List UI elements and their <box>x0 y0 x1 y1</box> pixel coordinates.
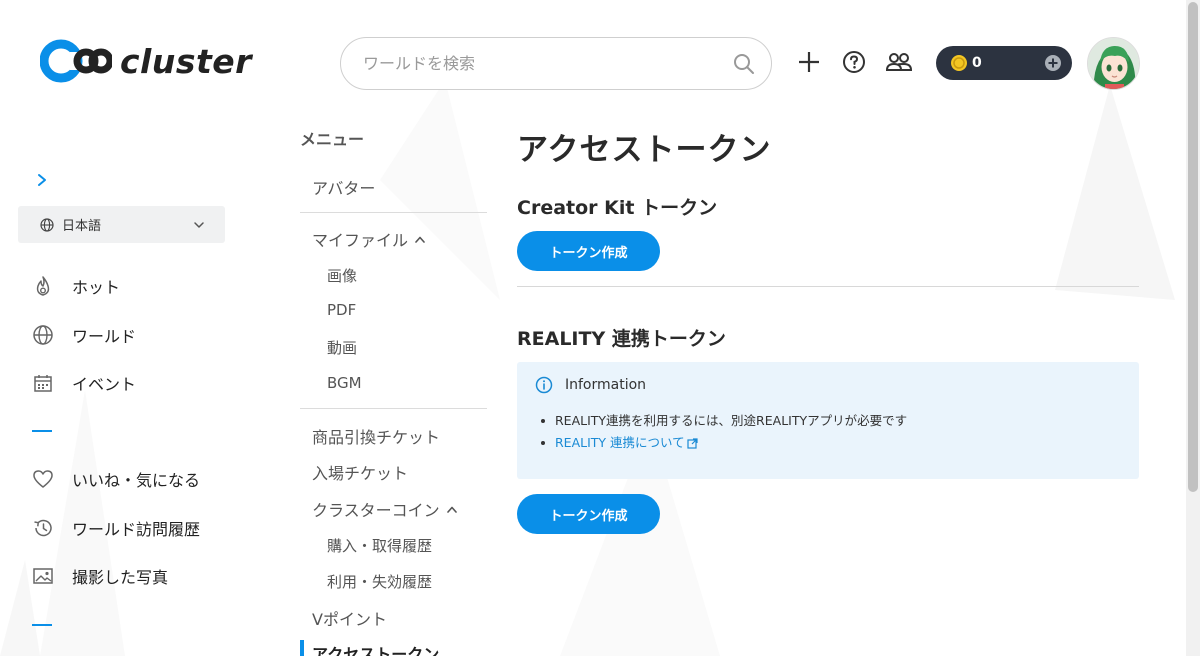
cluster-logo-icon <box>40 39 112 83</box>
create-creator-kit-token-button[interactable]: トークン作成 <box>517 231 660 271</box>
chevron-up-icon <box>446 506 457 513</box>
menu-separator <box>300 408 487 409</box>
logo-text: cluster <box>120 41 252 81</box>
info-icon <box>535 376 553 394</box>
menu-item-label: マイファイル <box>312 231 409 250</box>
menu-subitem-usage-history[interactable]: 利用・失効履歴 <box>327 571 432 592</box>
bullet <box>541 441 545 445</box>
sidebar-item-hot[interactable]: ホット <box>32 272 120 300</box>
sidebar-item-label: ワールド <box>72 327 137 346</box>
sidebar-item-label: いいね・気になる <box>72 471 201 490</box>
information-list: REALITY連携を利用するには、別途REALITYアプリが必要です REALI… <box>541 410 1121 454</box>
menu-item-label: Vポイント <box>312 610 387 629</box>
history-icon <box>34 519 52 537</box>
sidebar-item-photos[interactable]: 撮影した写真 <box>32 562 168 590</box>
user-avatar[interactable] <box>1087 37 1140 90</box>
search-input[interactable] <box>363 54 733 73</box>
menu-item-label: 入場チケット <box>312 464 409 483</box>
coin-icon <box>951 55 967 71</box>
list-item: REALITY連携を利用するには、別途REALITYアプリが必要です <box>541 410 1121 432</box>
add-coin-icon[interactable] <box>1044 54 1062 72</box>
information-title: Information <box>565 377 647 393</box>
menu-subitem-bgm[interactable]: BGM <box>327 374 362 392</box>
menu-item-voucher[interactable]: 商品引換チケット <box>312 424 440 448</box>
globe-icon <box>33 325 53 345</box>
search-icon[interactable] <box>733 53 755 75</box>
section-divider <box>517 286 1139 287</box>
information-text: REALITY連携を利用するには、別途REALITYアプリが必要です <box>555 413 908 428</box>
menu-item-label: クラスターコイン <box>312 501 440 520</box>
menu-subitem-images[interactable]: 画像 <box>327 265 357 286</box>
sidebar-item-world[interactable]: ワールド <box>32 321 136 349</box>
menu-active-indicator <box>300 640 304 656</box>
sidebar-item-likes[interactable]: いいね・気になる <box>32 465 200 493</box>
sidebar-item-label: ホット <box>72 278 121 297</box>
menu-item-avatar[interactable]: アバター <box>312 175 375 199</box>
menu-item-cluster-coin[interactable]: クラスターコイン <box>312 497 458 521</box>
scrollbar-thumb[interactable] <box>1188 2 1198 492</box>
sidebar-item-label: イベント <box>72 375 137 394</box>
chevron-up-icon <box>415 236 425 243</box>
heart-icon <box>33 470 53 488</box>
photo-icon <box>33 568 53 584</box>
menu-item-label: アクセストークン <box>312 645 440 656</box>
help-button[interactable] <box>840 48 868 76</box>
language-label: 日本語 <box>62 219 102 234</box>
sidebar-item-label: 撮影した写真 <box>72 568 169 587</box>
bullet <box>541 419 545 423</box>
menu-heading: メニュー <box>300 130 365 149</box>
avatar-image <box>1088 38 1139 89</box>
menu-separator <box>300 212 487 213</box>
menu-item-label: 商品引換チケット <box>312 428 441 447</box>
cluster-logo[interactable]: cluster <box>40 38 252 84</box>
menu-subitem-pdf[interactable]: PDF <box>327 301 356 319</box>
create-reality-token-button[interactable]: トークン作成 <box>517 494 660 534</box>
sidebar-item-event[interactable]: イベント <box>32 369 136 397</box>
calendar-icon <box>34 375 52 392</box>
search-bar[interactable] <box>340 37 772 90</box>
reality-info-link[interactable]: REALITY 連携について <box>555 432 698 454</box>
creator-kit-token-title: Creator Kit トークン <box>517 197 718 219</box>
page-title: アクセストークン <box>517 132 772 168</box>
friends-icon <box>885 53 913 71</box>
menu-item-my-files[interactable]: マイファイル <box>312 227 426 251</box>
external-link-icon <box>687 437 698 449</box>
information-box: Information REALITY連携を利用するには、別途REALITYアプ… <box>517 362 1139 479</box>
create-button[interactable] <box>795 48 823 76</box>
menu-item-ticket[interactable]: 入場チケット <box>312 460 408 484</box>
chevron-right-icon[interactable] <box>34 172 50 188</box>
globe-icon <box>40 217 54 232</box>
reality-info-link-text: REALITY 連携について <box>555 435 685 450</box>
coin-count: 0 <box>972 55 982 71</box>
sidebar-divider <box>32 430 52 432</box>
friends-button[interactable] <box>885 48 913 76</box>
menu-item-label: アバター <box>312 179 376 198</box>
help-icon <box>843 51 865 73</box>
language-select[interactable]: 日本語 <box>18 206 225 243</box>
menu-item-access-token[interactable]: アクセストークン <box>312 641 439 656</box>
menu-subitem-purchase-history[interactable]: 購入・取得履歴 <box>327 535 432 556</box>
list-item: REALITY 連携について <box>541 432 1121 454</box>
flame-icon <box>36 276 50 296</box>
sidebar-divider <box>32 624 52 626</box>
reality-token-title: REALITY 連携トークン <box>517 328 726 350</box>
chevron-down-icon <box>194 221 204 228</box>
menu-item-vpoint[interactable]: Vポイント <box>312 606 387 630</box>
sidebar-item-history[interactable]: ワールド訪問履歴 <box>32 514 200 542</box>
sidebar-item-label: ワールド訪問履歴 <box>72 520 201 539</box>
plus-icon <box>799 52 819 72</box>
coin-balance[interactable]: 0 <box>936 46 1072 80</box>
menu-subitem-video[interactable]: 動画 <box>327 337 357 358</box>
